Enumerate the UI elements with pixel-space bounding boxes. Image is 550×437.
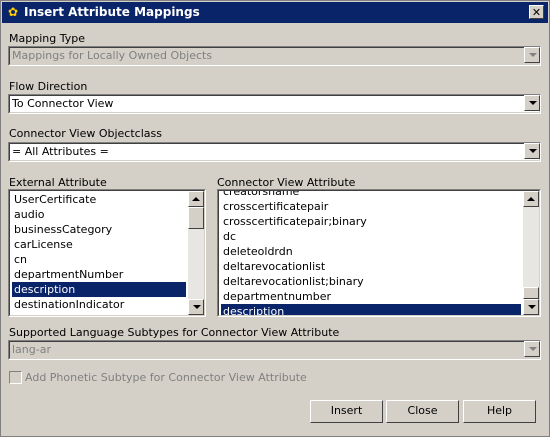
chevron-down-icon <box>529 53 537 57</box>
flow-direction-select[interactable]: To Connector View <box>8 94 541 114</box>
list-item[interactable]: displayName <box>12 312 186 315</box>
list-item[interactable]: crosscertificatepair <box>221 199 521 214</box>
chevron-up-icon <box>527 197 535 201</box>
language-subtypes-select[interactable]: lang-ar <box>8 340 541 360</box>
scroll-thumb[interactable] <box>523 287 539 299</box>
list-item[interactable]: deltarevocationlist;binary <box>221 274 521 289</box>
list-item[interactable]: audio <box>12 207 186 222</box>
chevron-down-icon <box>529 347 537 351</box>
scroll-thumb[interactable] <box>188 207 204 229</box>
scroll-up-button[interactable] <box>188 191 204 207</box>
mapping-type-dropdown-button[interactable] <box>524 47 540 63</box>
insert-button[interactable]: Insert <box>310 400 383 423</box>
list-item[interactable]: deltarevocationlist <box>221 259 521 274</box>
objectclass-label: Connector View Objectclass <box>9 127 162 140</box>
language-subtypes-dropdown-button[interactable] <box>524 341 540 357</box>
list-item-selected[interactable]: description <box>221 304 521 315</box>
objectclass-select[interactable]: = All Attributes = <box>8 142 541 162</box>
flow-direction-value: To Connector View <box>12 97 114 110</box>
title-bar[interactable]: ✿ Insert Attribute Mappings ✕ <box>2 2 548 23</box>
list-item[interactable]: departmentNumber <box>12 267 186 282</box>
app-icon: ✿ <box>7 5 19 19</box>
chevron-down-icon <box>529 101 537 105</box>
scroll-down-button[interactable] <box>523 299 539 315</box>
connector-attribute-list[interactable]: creatorsname crosscertificatepair crossc… <box>217 189 541 317</box>
mapping-type-value: Mappings for Locally Owned Objects <box>12 49 213 62</box>
external-attribute-label: External Attribute <box>9 176 107 189</box>
list-item-selected[interactable]: description <box>12 282 186 297</box>
chevron-down-icon <box>528 305 536 309</box>
objectclass-dropdown-button[interactable] <box>524 143 540 159</box>
close-window-icon[interactable]: ✕ <box>529 5 544 19</box>
list-item[interactable]: cn <box>12 252 186 267</box>
close-button[interactable]: Close <box>386 400 459 423</box>
list-item[interactable]: creatorsname <box>221 191 521 199</box>
list-item[interactable]: dc <box>221 229 521 244</box>
list-item[interactable]: crosscertificatepair;binary <box>221 214 521 229</box>
connector-attribute-label: Connector View Attribute <box>217 176 356 189</box>
list-item[interactable]: destinationIndicator <box>12 297 186 312</box>
mapping-type-label: Mapping Type <box>9 32 85 45</box>
language-subtypes-value: lang-ar <box>12 343 51 356</box>
phonetic-label: Add Phonetic Subtype for Connector View … <box>25 371 307 384</box>
list-item[interactable]: carLicense <box>12 237 186 252</box>
help-button[interactable]: Help <box>463 400 536 423</box>
chevron-up-icon <box>192 197 200 201</box>
external-attribute-list[interactable]: UserCertificate audio businessCategory c… <box>8 189 206 317</box>
scroll-up-button[interactable] <box>523 191 539 207</box>
mapping-type-select[interactable]: Mappings for Locally Owned Objects <box>8 46 541 66</box>
scroll-down-button[interactable] <box>188 299 204 315</box>
chevron-down-icon <box>193 305 201 309</box>
external-attribute-scrollbar[interactable] <box>188 191 204 315</box>
window-title: Insert Attribute Mappings <box>24 5 200 19</box>
list-item[interactable]: deleteoldrdn <box>221 244 521 259</box>
language-subtypes-label: Supported Language Subtypes for Connecto… <box>9 326 340 339</box>
connector-attribute-scrollbar[interactable] <box>523 191 539 315</box>
list-item[interactable]: departmentnumber <box>221 289 521 304</box>
objectclass-value: = All Attributes = <box>12 145 109 158</box>
dialog-window: ✿ Insert Attribute Mappings ✕ Mapping Ty… <box>0 0 550 437</box>
chevron-down-icon <box>529 149 537 153</box>
list-item[interactable]: UserCertificate <box>12 192 186 207</box>
phonetic-checkbox[interactable] <box>9 371 22 384</box>
list-item[interactable]: businessCategory <box>12 222 186 237</box>
flow-direction-dropdown-button[interactable] <box>524 95 540 111</box>
flow-direction-label: Flow Direction <box>9 80 88 93</box>
